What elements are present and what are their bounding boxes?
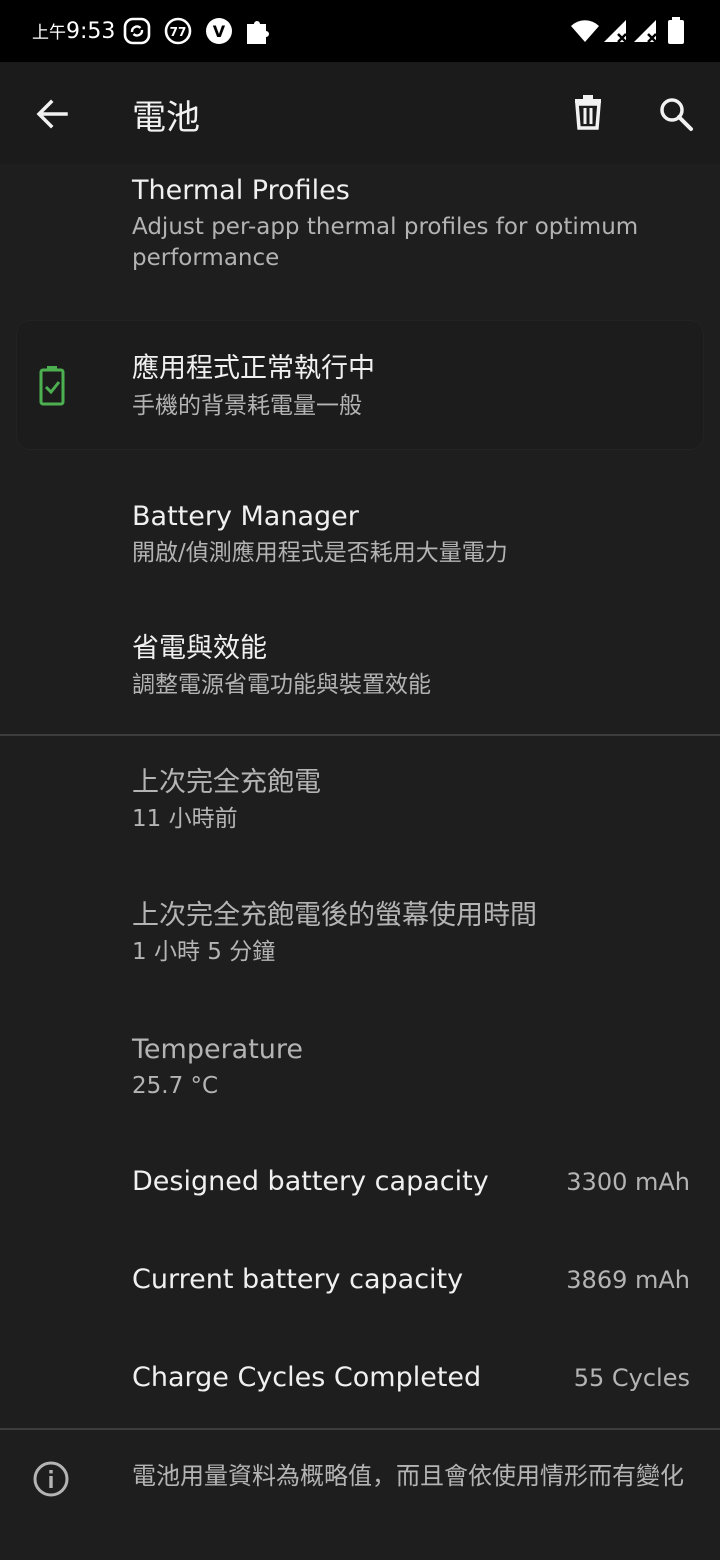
status-card-subtitle: 手機的背景耗電量一般	[132, 393, 362, 419]
delete-icon[interactable]	[562, 88, 614, 140]
puzzle-icon	[247, 21, 269, 44]
status-ampm: 上午	[32, 23, 66, 43]
status-bar: 上午9:53 77 V	[0, 0, 720, 62]
section-divider	[0, 734, 720, 736]
temperature-value: 25.7 °C	[132, 1073, 219, 1099]
screen-time-title: 上次完全充飽電後的螢幕使用時間	[132, 900, 537, 931]
battery-manager-subtitle: 開啟/偵測應用程式是否耗用大量電力	[132, 540, 508, 566]
power-saving-item[interactable]: 省電與效能 調整電源省電功能與裝置效能	[132, 632, 431, 701]
thermal-profiles-title: Thermal Profiles	[132, 175, 350, 206]
battery-status-card[interactable]: 應用程式正常執行中 手機的背景耗電量一般	[16, 320, 704, 450]
footer-divider	[0, 1428, 720, 1430]
thermal-profiles-subtitle: Adjust per-app thermal profiles for opti…	[132, 214, 639, 271]
current-capacity-label: Current battery capacity	[132, 1264, 464, 1295]
badge-number: 77	[170, 25, 187, 39]
temperature-title: Temperature	[132, 1034, 304, 1065]
status-time: 上午9:53	[32, 18, 115, 44]
signal-icon	[604, 20, 627, 43]
power-saving-subtitle: 調整電源省電功能與裝置效能	[132, 672, 431, 698]
battery-manager-item[interactable]: Battery Manager 開啟/偵測應用程式是否耗用大量電力	[132, 500, 508, 569]
temperature-item: Temperature 25.7 °C	[132, 1033, 303, 1102]
screen-time-item: 上次完全充飽電後的螢幕使用時間 1 小時 5 分鐘	[132, 899, 537, 968]
back-arrow-icon[interactable]	[26, 88, 78, 140]
status-card-title: 應用程式正常執行中	[132, 353, 375, 384]
screen-time-value: 1 小時 5 分鐘	[132, 939, 276, 965]
power-saving-title: 省電與效能	[132, 633, 267, 664]
thermal-profiles-item[interactable]: Thermal Profiles Adjust per-app thermal …	[132, 174, 692, 274]
wifi-icon	[571, 20, 599, 42]
page-title: 電池	[132, 98, 200, 138]
designed-capacity-value: 3300 mAh	[566, 1167, 690, 1196]
status-clock: 9:53	[66, 19, 116, 44]
footer-note: 電池用量資料為概略值，而且會依使用情形而有變化	[132, 1462, 684, 1490]
current-capacity-row: Current battery capacity 3869 mAh	[132, 1264, 690, 1295]
charge-cycles-row: Charge Cycles Completed 55 Cycles	[132, 1362, 690, 1393]
info-icon	[33, 1461, 69, 1497]
app-bar: 電池	[0, 62, 720, 164]
v-app-icon: V	[206, 18, 232, 44]
charge-cycles-value: 55 Cycles	[573, 1363, 690, 1392]
charge-cycles-label: Charge Cycles Completed	[132, 1362, 482, 1393]
battery-manager-title: Battery Manager	[132, 501, 359, 532]
search-icon[interactable]	[650, 88, 702, 140]
notification-badge-icon: 77	[164, 17, 192, 45]
designed-capacity-row: Designed battery capacity 3300 mAh	[132, 1166, 690, 1197]
sync-icon	[123, 17, 151, 45]
designed-capacity-label: Designed battery capacity	[132, 1166, 489, 1197]
battery-status-icon	[668, 17, 684, 44]
badge-letter: V	[213, 22, 226, 41]
signal-2-icon	[634, 20, 657, 43]
last-full-charge-title: 上次完全充飽電	[132, 767, 321, 798]
battery-ok-icon	[39, 366, 65, 406]
current-capacity-value: 3869 mAh	[566, 1265, 690, 1294]
last-full-charge-item: 上次完全充飽電 11 小時前	[132, 766, 321, 835]
last-full-charge-value: 11 小時前	[132, 806, 238, 832]
